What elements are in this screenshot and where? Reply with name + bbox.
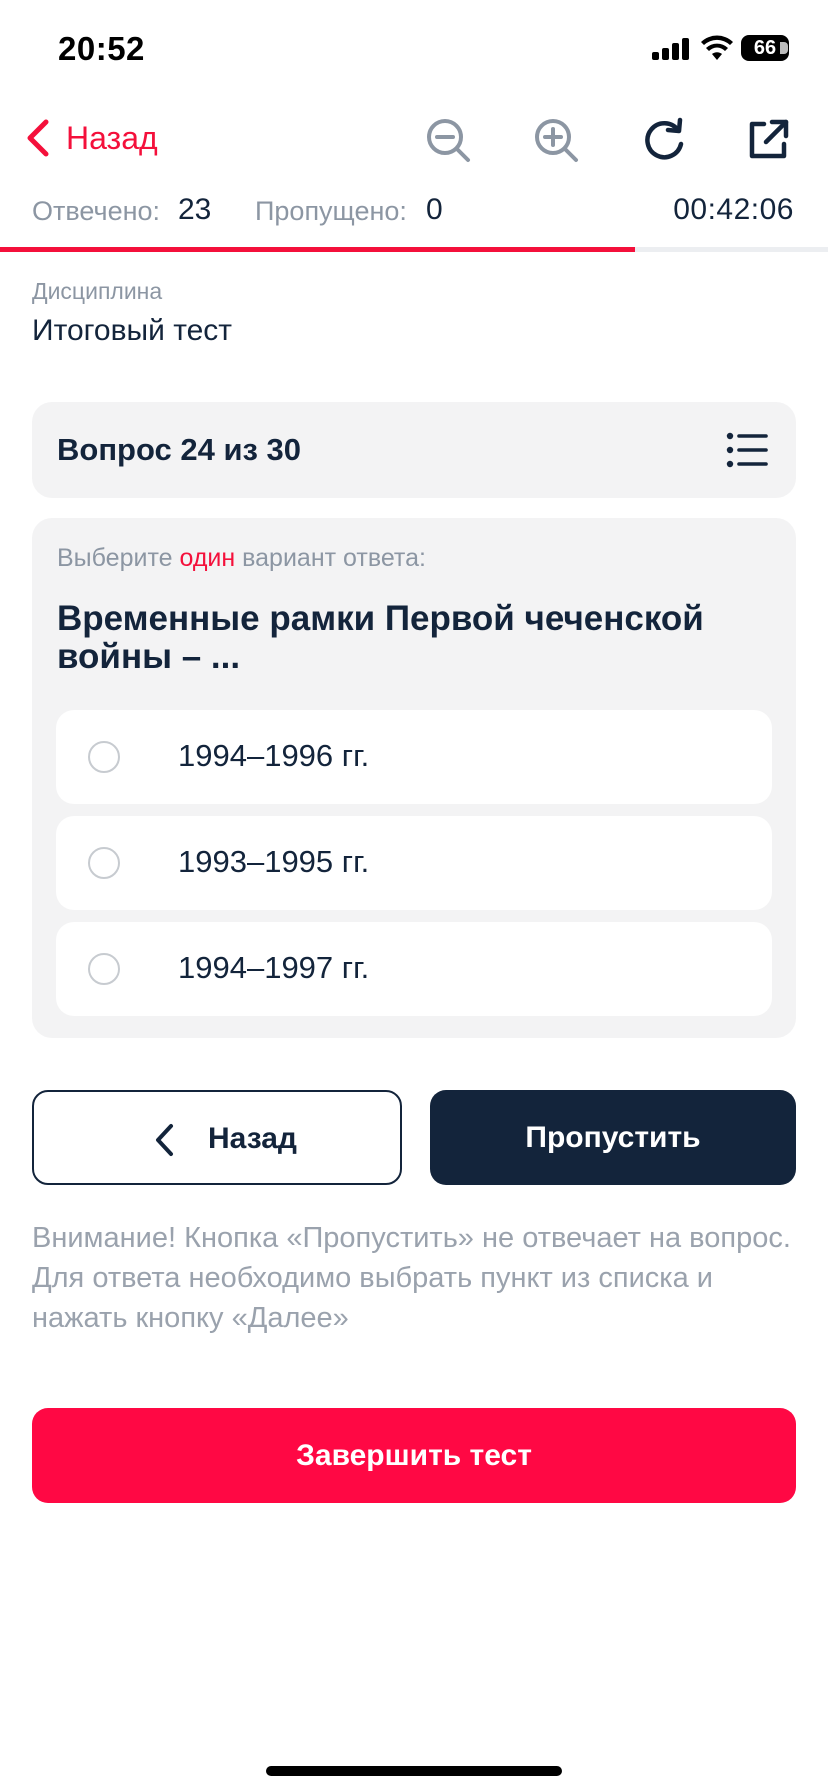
external-link-icon[interactable] bbox=[744, 116, 792, 164]
question-list-icon[interactable] bbox=[726, 432, 768, 468]
nav-back-link[interactable]: Назад bbox=[24, 118, 158, 158]
radio-button[interactable] bbox=[88, 741, 120, 773]
answer-option[interactable]: 1994–1997 гг. bbox=[56, 922, 772, 1016]
question-card: Выберите один вариант ответа: Временные … bbox=[32, 518, 796, 1038]
hint-suffix: вариант ответа: bbox=[242, 544, 426, 572]
answered-label: Отвечено: bbox=[32, 196, 161, 226]
answer-option[interactable]: 1994–1996 гг. bbox=[56, 710, 772, 804]
skip-warning-text: Внимание! Кнопка «Пропустить» не отвечае… bbox=[32, 1222, 791, 1334]
progress-counters: Отвечено: 23 Пропущено: 0 00:42:06 bbox=[0, 193, 828, 236]
home-indicator bbox=[266, 1766, 562, 1776]
back-button-label: Назад bbox=[208, 1122, 297, 1155]
progress-bar bbox=[0, 247, 828, 252]
answer-option-label: 1993–1995 гг. bbox=[178, 844, 370, 879]
signal-icon bbox=[652, 38, 692, 60]
hint-prefix: Выберите bbox=[57, 544, 173, 572]
answered-value: 23 bbox=[178, 193, 212, 226]
battery-cap bbox=[780, 42, 788, 54]
chevron-left-icon bbox=[27, 119, 49, 157]
finish-test-button[interactable]: Завершить тест bbox=[32, 1408, 796, 1503]
radio-button[interactable] bbox=[88, 847, 120, 879]
answer-option-label: 1994–1997 гг. bbox=[178, 950, 370, 985]
skipped-value: 0 bbox=[426, 193, 443, 226]
skipped-label: Пропущено: bbox=[255, 196, 407, 226]
refresh-icon[interactable] bbox=[640, 116, 688, 164]
test-timer: 00:42:06 bbox=[673, 193, 794, 226]
answer-option[interactable]: 1993–1995 гг. bbox=[56, 816, 772, 910]
zoom-in-icon[interactable] bbox=[532, 116, 580, 164]
question-text: Временные рамки Первой чеченской войны –… bbox=[57, 599, 704, 676]
status-bar: 20:52 66 bbox=[0, 0, 828, 100]
skip-button[interactable]: Пропустить bbox=[430, 1090, 796, 1185]
chevron-left-icon bbox=[156, 1124, 173, 1156]
top-navigation: Назад bbox=[0, 110, 828, 172]
radio-button[interactable] bbox=[88, 953, 120, 985]
hint-accent: один bbox=[179, 544, 236, 572]
discipline-label: Дисциплина bbox=[32, 278, 163, 304]
progress-bar-fill bbox=[0, 247, 636, 252]
status-time: 20:52 bbox=[58, 30, 145, 67]
answer-option-label: 1994–1996 гг. bbox=[178, 738, 370, 773]
discipline-name: Итоговый тест bbox=[32, 314, 233, 347]
question-header: Вопрос 24 из 30 bbox=[32, 402, 796, 498]
back-button[interactable]: Назад bbox=[32, 1090, 402, 1185]
wifi-icon bbox=[701, 35, 733, 60]
nav-back-label: Назад bbox=[66, 119, 158, 156]
question-number: Вопрос 24 из 30 bbox=[57, 432, 302, 467]
zoom-out-icon[interactable] bbox=[424, 116, 472, 164]
answer-hint: Выберите один вариант ответа: bbox=[57, 544, 426, 573]
